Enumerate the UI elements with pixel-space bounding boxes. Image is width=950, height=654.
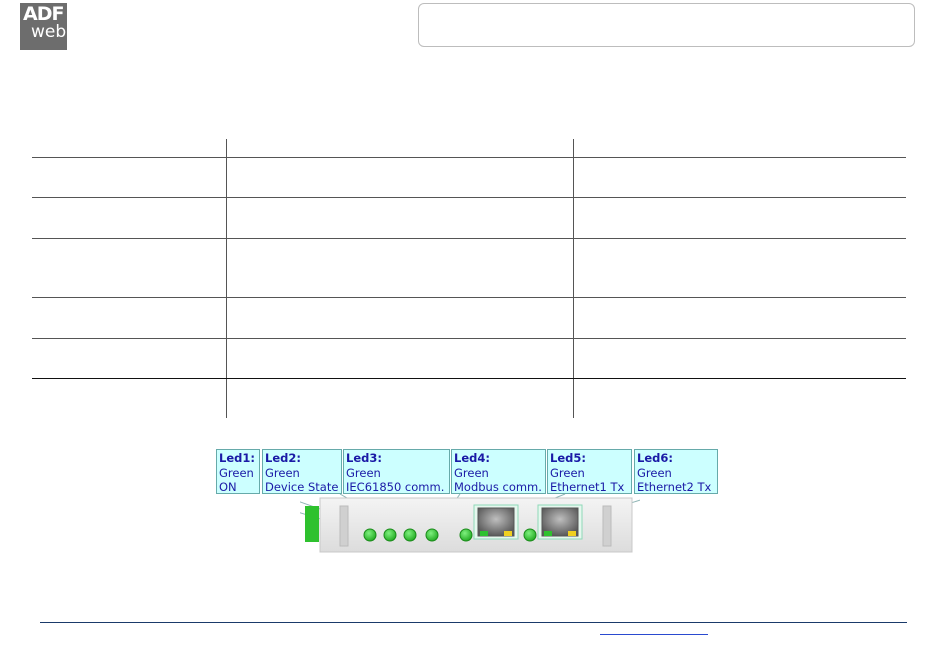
led-color: Green — [265, 465, 300, 480]
led-6-indicator — [523, 528, 537, 542]
ethernet-port-2 — [537, 504, 583, 540]
table-column-divider — [573, 139, 574, 418]
led-name: Led4: — [454, 451, 490, 465]
led-description: Ethernet2 Tx — [637, 480, 712, 494]
header-title-box — [418, 3, 915, 47]
led-description: Modbus comm. — [454, 480, 542, 494]
led-label-6: Led6: Green Ethernet2 Tx — [634, 449, 718, 494]
led-color: Green — [550, 465, 585, 480]
led-label-5: Led5: Green Ethernet1 Tx — [547, 449, 632, 494]
led-name: Led6: — [637, 451, 673, 465]
led-label-1: Led1: Green ON — [216, 449, 260, 494]
footer-link-underline[interactable] — [600, 634, 708, 635]
led-description: Device State — [265, 480, 339, 494]
power-connector — [305, 506, 319, 542]
led-color: Green — [454, 465, 489, 480]
footer-divider — [40, 622, 907, 623]
led-name: Led3: — [346, 451, 382, 465]
table-row-divider — [32, 157, 906, 158]
led-label-4: Led4: Green Modbus comm. — [451, 449, 546, 494]
right-slot — [602, 505, 612, 547]
led-4-indicator — [425, 528, 439, 542]
led-description: IEC61850 comm. — [346, 480, 445, 494]
led-2-indicator — [383, 528, 397, 542]
led-description: Ethernet1 Tx — [550, 480, 625, 494]
adfweb-logo: ADF web — [20, 3, 67, 50]
ethernet-port-1 — [473, 504, 519, 540]
led-label-3: Led3: Green IEC61850 comm. — [343, 449, 450, 494]
led-color: Green — [637, 465, 672, 480]
logo-text-bottom: web — [31, 22, 67, 42]
led-color: Green — [219, 465, 254, 480]
led-name: Led2: — [265, 451, 301, 465]
led-name: Led1: — [219, 451, 255, 465]
led-description: ON — [219, 480, 237, 494]
table-row-divider — [32, 238, 906, 239]
led-label-2: Led2: Green Device State — [262, 449, 342, 494]
left-slot — [339, 505, 349, 547]
led-1-indicator — [363, 528, 377, 542]
table-row-divider — [32, 197, 906, 198]
led-name: Led5: — [550, 451, 586, 465]
table-row-divider — [32, 378, 906, 379]
led-5-indicator — [459, 528, 473, 542]
table-row-divider — [32, 297, 906, 298]
table-row-divider — [32, 338, 906, 339]
table-column-divider — [226, 139, 227, 418]
device-front-panel — [300, 494, 640, 553]
led-color: Green — [346, 465, 381, 480]
led-3-indicator — [403, 528, 417, 542]
